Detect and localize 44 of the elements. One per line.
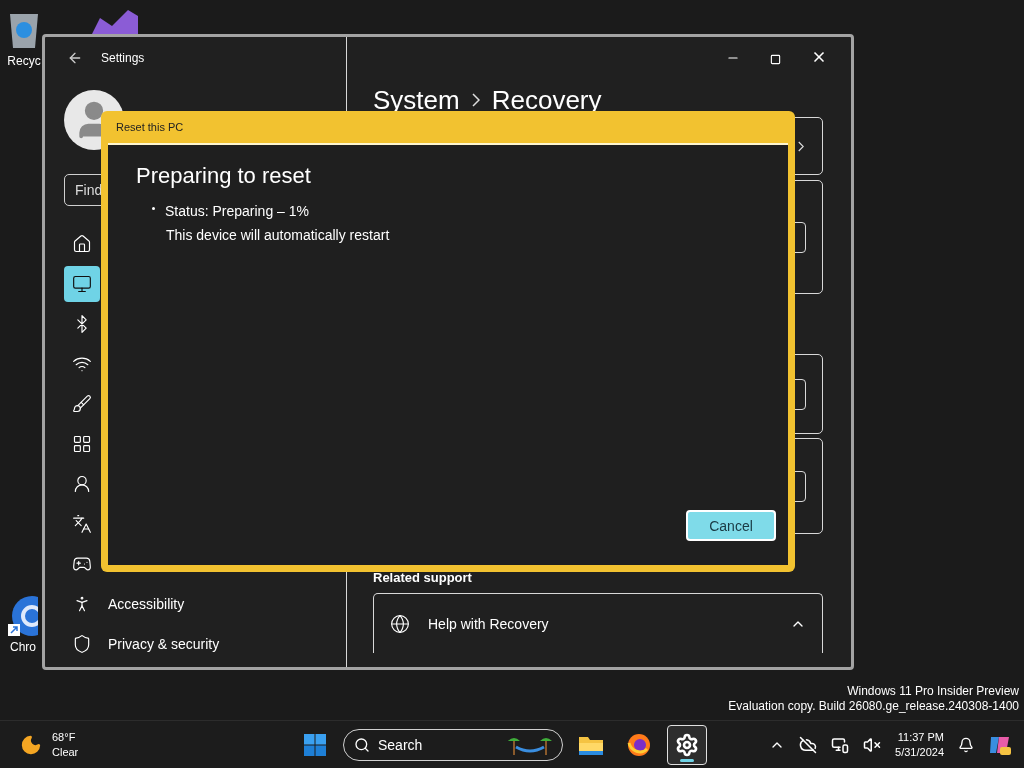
note-text: This device will automatically restart	[165, 227, 391, 243]
search-icon	[354, 736, 370, 753]
personalization-icon	[72, 394, 92, 414]
cancel-button[interactable]: Cancel	[686, 510, 776, 541]
apps-icon	[72, 434, 92, 454]
close-icon[interactable]	[811, 49, 827, 65]
breadcrumb-item: Recovery	[491, 84, 602, 116]
time-language-icon	[72, 514, 92, 534]
desktop-icon-label[interactable]: Chro	[10, 640, 36, 654]
window-title: Settings	[101, 51, 145, 65]
weather-condition: Clear	[52, 744, 79, 760]
windows-logo-icon	[303, 732, 327, 757]
home-icon	[72, 234, 92, 254]
temperature: 68°F	[52, 729, 77, 745]
bell-icon[interactable]	[958, 736, 974, 753]
desktop-icon-label[interactable]: Recyc	[7, 54, 41, 68]
back-icon[interactable]	[67, 50, 83, 66]
build-info-text: Evaluation copy. Build 26080.ge_release.240308-1400	[728, 699, 1019, 714]
section-title: Related support	[373, 570, 473, 585]
support-label: Help with Recovery	[428, 615, 550, 632]
chevron-right-icon	[471, 93, 480, 107]
accounts-icon	[72, 474, 92, 494]
support-card[interactable]: Help with Recovery	[373, 593, 823, 653]
nav-item[interactable]	[64, 266, 100, 302]
firefox-icon	[627, 732, 651, 757]
settings-icon	[675, 732, 699, 757]
status-text: Status: Preparing – 1%	[165, 203, 309, 219]
maximize-icon[interactable]	[770, 54, 781, 65]
nav-item[interactable]: Privacy & security	[108, 636, 220, 652]
privacy-icon	[72, 634, 92, 654]
bullet-icon	[152, 207, 155, 210]
volume-mute-icon[interactable]	[863, 735, 882, 754]
moon-icon[interactable]	[20, 733, 42, 756]
chevron-right-icon	[798, 140, 804, 152]
build-info-text: Windows 11 Pro Insider Preview	[847, 684, 1019, 699]
globe-icon	[390, 613, 410, 634]
clock-date[interactable]: 5/31/2024	[895, 744, 944, 760]
cloud-off-icon[interactable]	[799, 735, 818, 754]
system-icon	[72, 274, 92, 294]
clock-time[interactable]: 11:37 PM	[897, 729, 944, 745]
nav-item[interactable]: Accessibility	[108, 596, 185, 612]
dialog-title: Reset this PC	[115, 120, 185, 135]
dialog-heading: Preparing to reset	[136, 163, 312, 189]
taskbar-app[interactable]	[667, 724, 707, 765]
